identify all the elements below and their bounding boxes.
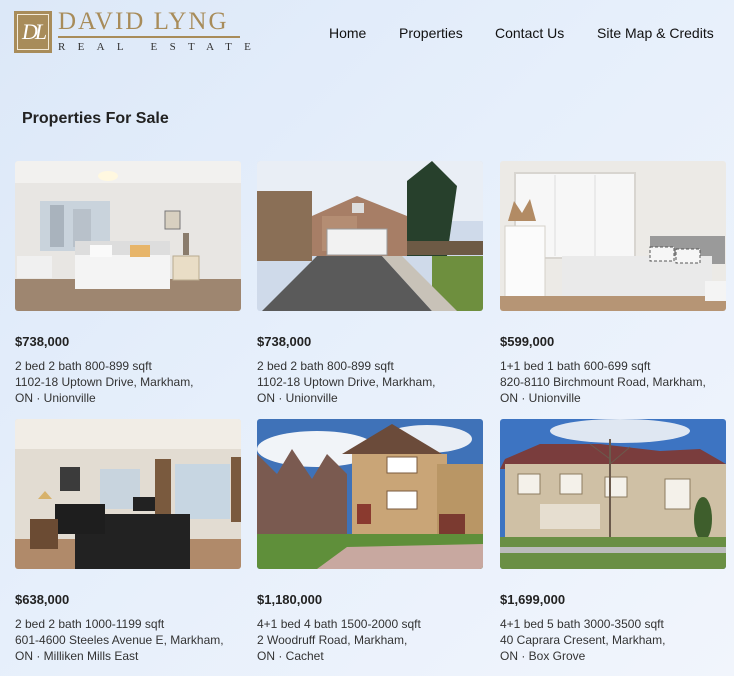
monogram-text: DL <box>21 18 47 44</box>
listing-area: ON · Milliken Mills East <box>15 649 139 663</box>
listing-photo-bedroom[interactable] <box>15 161 241 311</box>
listing-address: 1102-18 Uptown Drive, Markham, <box>257 375 436 389</box>
listing-photo-bedroom-window[interactable] <box>500 161 726 311</box>
listing-area: ON · Cachet <box>257 649 324 663</box>
listing-summary: 2 bed 2 bath 800-899 sqft <box>15 359 152 373</box>
listing-card[interactable]: $599,000 1+1 bed 1 bath 600-699 sqft 820… <box>500 161 726 406</box>
listing-summary: 2 bed 2 bath 800-899 sqft <box>257 359 394 373</box>
listing-card[interactable]: $638,000 2 bed 2 bath 1000-1199 sqft 601… <box>15 419 241 664</box>
listing-summary: 2 bed 2 bath 1000-1199 sqft <box>15 617 165 631</box>
site-header: DL DAVID LYNG REAL ESTATE Home Propertie… <box>0 0 734 66</box>
listing-address: 2 Woodruff Road, Markham, <box>257 633 408 647</box>
listing-price[interactable]: $599,000 <box>500 334 726 349</box>
nav-sitemap-link[interactable]: Site Map & Credits <box>597 25 714 41</box>
nav-properties-link[interactable]: Properties <box>399 25 463 41</box>
listing-area: ON · Box Grove <box>500 649 586 663</box>
listing-price[interactable]: $738,000 <box>257 334 483 349</box>
listing-address: 820-8110 Birchmount Road, Markham, <box>500 375 706 389</box>
listing-address: 1102-18 Uptown Drive, Markham, <box>15 375 194 389</box>
listing-card[interactable]: $738,000 2 bed 2 bath 800-899 sqft 1102-… <box>15 161 241 406</box>
listing-area: ON · Unionville <box>15 391 96 405</box>
listing-area: ON · Unionville <box>257 391 338 405</box>
listing-photo-living-room[interactable] <box>15 419 241 569</box>
listing-price[interactable]: $1,699,000 <box>500 592 726 607</box>
listing-photo-stone-house[interactable] <box>500 419 726 569</box>
listing-summary: 4+1 bed 4 bath 1500-2000 sqft <box>257 617 421 631</box>
listing-card[interactable]: $1,180,000 4+1 bed 4 bath 1500-2000 sqft… <box>257 419 483 664</box>
listing-area: ON · Unionville <box>500 391 581 405</box>
page-title: Properties For Sale <box>22 110 169 127</box>
listing-card[interactable]: $738,000 2 bed 2 bath 800-899 sqft 1102-… <box>257 161 483 406</box>
nav-contact-link[interactable]: Contact Us <box>495 25 564 41</box>
listing-price[interactable]: $638,000 <box>15 592 241 607</box>
listing-address: 40 Caprara Cresent, Markham, <box>500 633 666 647</box>
main-nav: Home Properties Contact Us Site Map & Cr… <box>0 25 734 43</box>
nav-home-link[interactable]: Home <box>329 25 366 41</box>
listing-price[interactable]: $1,180,000 <box>257 592 483 607</box>
listing-price[interactable]: $738,000 <box>15 334 241 349</box>
listing-card[interactable]: $1,699,000 4+1 bed 5 bath 3000-3500 sqft… <box>500 419 726 664</box>
listing-photo-brick-house[interactable] <box>257 419 483 569</box>
listing-summary: 1+1 bed 1 bath 600-699 sqft <box>500 359 651 373</box>
listing-summary: 4+1 bed 5 bath 3000-3500 sqft <box>500 617 664 631</box>
listing-photo-house[interactable] <box>257 161 483 311</box>
listing-address: 601-4600 Steeles Avenue E, Markham, <box>15 633 224 647</box>
